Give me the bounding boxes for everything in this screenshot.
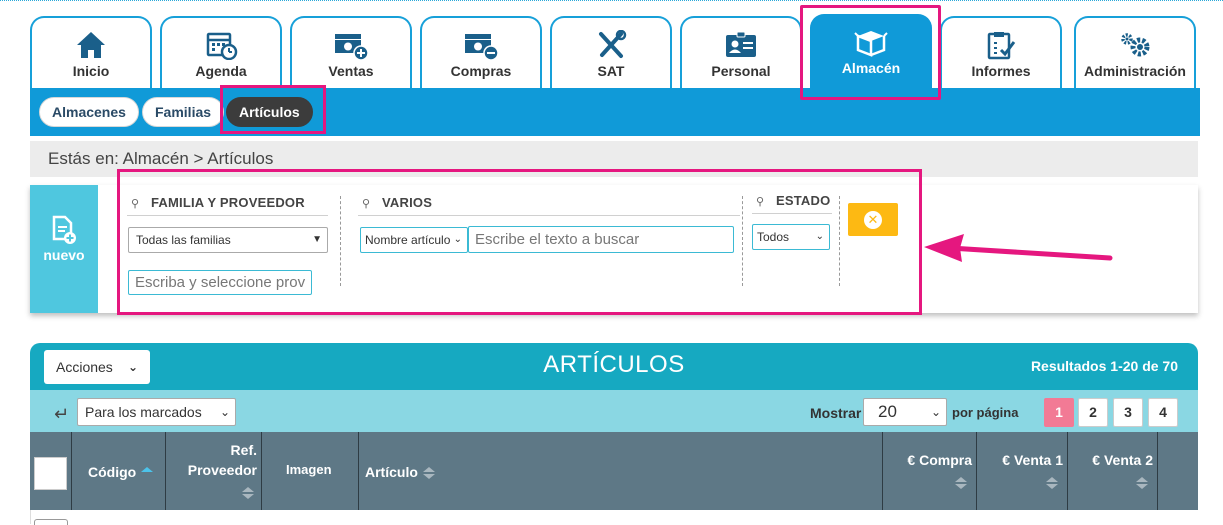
tab-label: Administración: [1084, 63, 1186, 79]
mostrar-label: Mostrar: [810, 405, 862, 421]
select-all-column: [30, 432, 72, 510]
page-3-button[interactable]: 3: [1113, 398, 1143, 427]
acciones-label: Acciones: [56, 359, 113, 375]
money-add-icon: [335, 34, 368, 60]
tab-personal[interactable]: Personal: [680, 16, 802, 88]
imagen-header-label: Imagen: [286, 462, 332, 477]
money-remove-icon: [465, 34, 498, 60]
subtab-familias[interactable]: Familias: [142, 97, 225, 127]
column-actions: [1158, 432, 1198, 510]
calendar-icon: [206, 32, 238, 60]
ref-line1: Ref.: [230, 442, 257, 458]
articulo-header-label: Artículo: [365, 464, 435, 480]
page-4-button[interactable]: 4: [1148, 398, 1178, 427]
tab-administracion[interactable]: Administración: [1074, 16, 1196, 88]
page-2-button[interactable]: 2: [1078, 398, 1108, 427]
id-card-icon: [726, 31, 756, 57]
ref-header-label: Ref. Proveedor: [188, 440, 257, 480]
subnav-bar: Almacenes Familias Artículos: [30, 88, 1200, 136]
tab-label: Informes: [971, 63, 1031, 79]
sort-icon: [1045, 477, 1058, 489]
column-ref-proveedor[interactable]: Ref. Proveedor: [166, 432, 262, 510]
tab-label: SAT: [597, 63, 625, 79]
column-imagen: Imagen: [262, 432, 359, 510]
codigo-text: Código: [88, 464, 137, 480]
table-header: Código Ref. Proveedor Imagen Artículo € C…: [30, 432, 1198, 510]
articulo-text: Artículo: [365, 464, 418, 480]
codigo-header-label: Código: [88, 464, 154, 480]
venta1-header-label: € Venta 1: [1002, 452, 1063, 468]
sort-asc-icon: [140, 467, 154, 479]
pointer-arrow-icon: [924, 234, 1113, 262]
clipboard-icon: [987, 32, 1016, 60]
home-icon: [77, 32, 105, 58]
page-size-select[interactable]: 20 ⌄: [863, 398, 947, 426]
venta2-header-label: € Venta 2: [1092, 452, 1153, 468]
chevron-down-icon: ⌄: [930, 405, 941, 419]
top-dotted-border: [0, 0, 1223, 1]
subtab-almacenes[interactable]: Almacenes: [39, 97, 139, 127]
page-size-value: 20: [878, 402, 897, 421]
new-label: nuevo: [43, 247, 85, 263]
tab-compras[interactable]: Compras: [420, 16, 542, 88]
per-page-label: por página: [952, 405, 1019, 420]
bulk-action-select[interactable]: Para los marcados ⌄: [77, 398, 236, 426]
compra-header-label: € Compra: [907, 452, 972, 468]
articles-header-bar: ARTÍCULOS Acciones ⌄ Resultados 1-20 de 7…: [30, 343, 1198, 390]
tab-label: Personal: [711, 63, 771, 79]
tab-label: Agenda: [195, 63, 247, 79]
results-count: Resultados 1-20 de 70: [1030, 358, 1178, 374]
tab-informes[interactable]: Informes: [940, 16, 1062, 88]
tab-ventas[interactable]: Ventas: [290, 16, 412, 88]
ref-line2: Proveedor: [187, 462, 257, 478]
sort-icon: [241, 487, 254, 499]
column-codigo[interactable]: Código: [72, 432, 166, 510]
column-articulo[interactable]: Artículo: [359, 432, 883, 510]
tab-label: Compras: [450, 63, 512, 79]
new-article-button[interactable]: nuevo: [30, 185, 98, 313]
acciones-button[interactable]: Acciones ⌄: [44, 350, 150, 384]
highlight-filter-panel: [117, 169, 922, 315]
chevron-down-icon: ⌄: [219, 405, 230, 419]
new-document-icon: [52, 215, 76, 244]
chevron-down-icon: ⌄: [127, 360, 138, 374]
column-compra[interactable]: € Compra: [883, 432, 977, 510]
table-row: [30, 510, 1198, 525]
sort-icon: [1135, 477, 1148, 489]
column-venta2[interactable]: € Venta 2: [1068, 432, 1158, 510]
tab-inicio[interactable]: Inicio: [30, 16, 152, 88]
tab-agenda[interactable]: Agenda: [160, 16, 282, 88]
bulk-actions-bar: ↵ Para los marcados ⌄ Mostrar 20 ⌄ por pág…: [30, 390, 1198, 432]
tools-icon: [599, 30, 627, 58]
main-tabs: Inicio Agenda Ventas Compras SAT Persona…: [30, 14, 1200, 88]
page-1-button[interactable]: 1: [1044, 398, 1074, 427]
bulk-action-value: Para los marcados: [85, 404, 202, 420]
gears-icon: [1121, 33, 1150, 57]
articles-title: ARTÍCULOS: [543, 351, 685, 378]
row-checkbox[interactable]: [34, 519, 68, 525]
tab-label: Ventas: [328, 63, 374, 79]
highlight-articulos-subtab: [220, 85, 326, 134]
column-venta1[interactable]: € Venta 1: [977, 432, 1068, 510]
tab-label: Inicio: [72, 63, 110, 79]
sort-icon: [422, 467, 435, 480]
sort-icon: [954, 477, 967, 489]
return-arrow-icon: ↵: [54, 404, 70, 424]
tab-sat[interactable]: SAT: [550, 16, 672, 88]
select-all-checkbox[interactable]: [34, 457, 67, 490]
highlight-almacen-tab: [800, 5, 941, 100]
